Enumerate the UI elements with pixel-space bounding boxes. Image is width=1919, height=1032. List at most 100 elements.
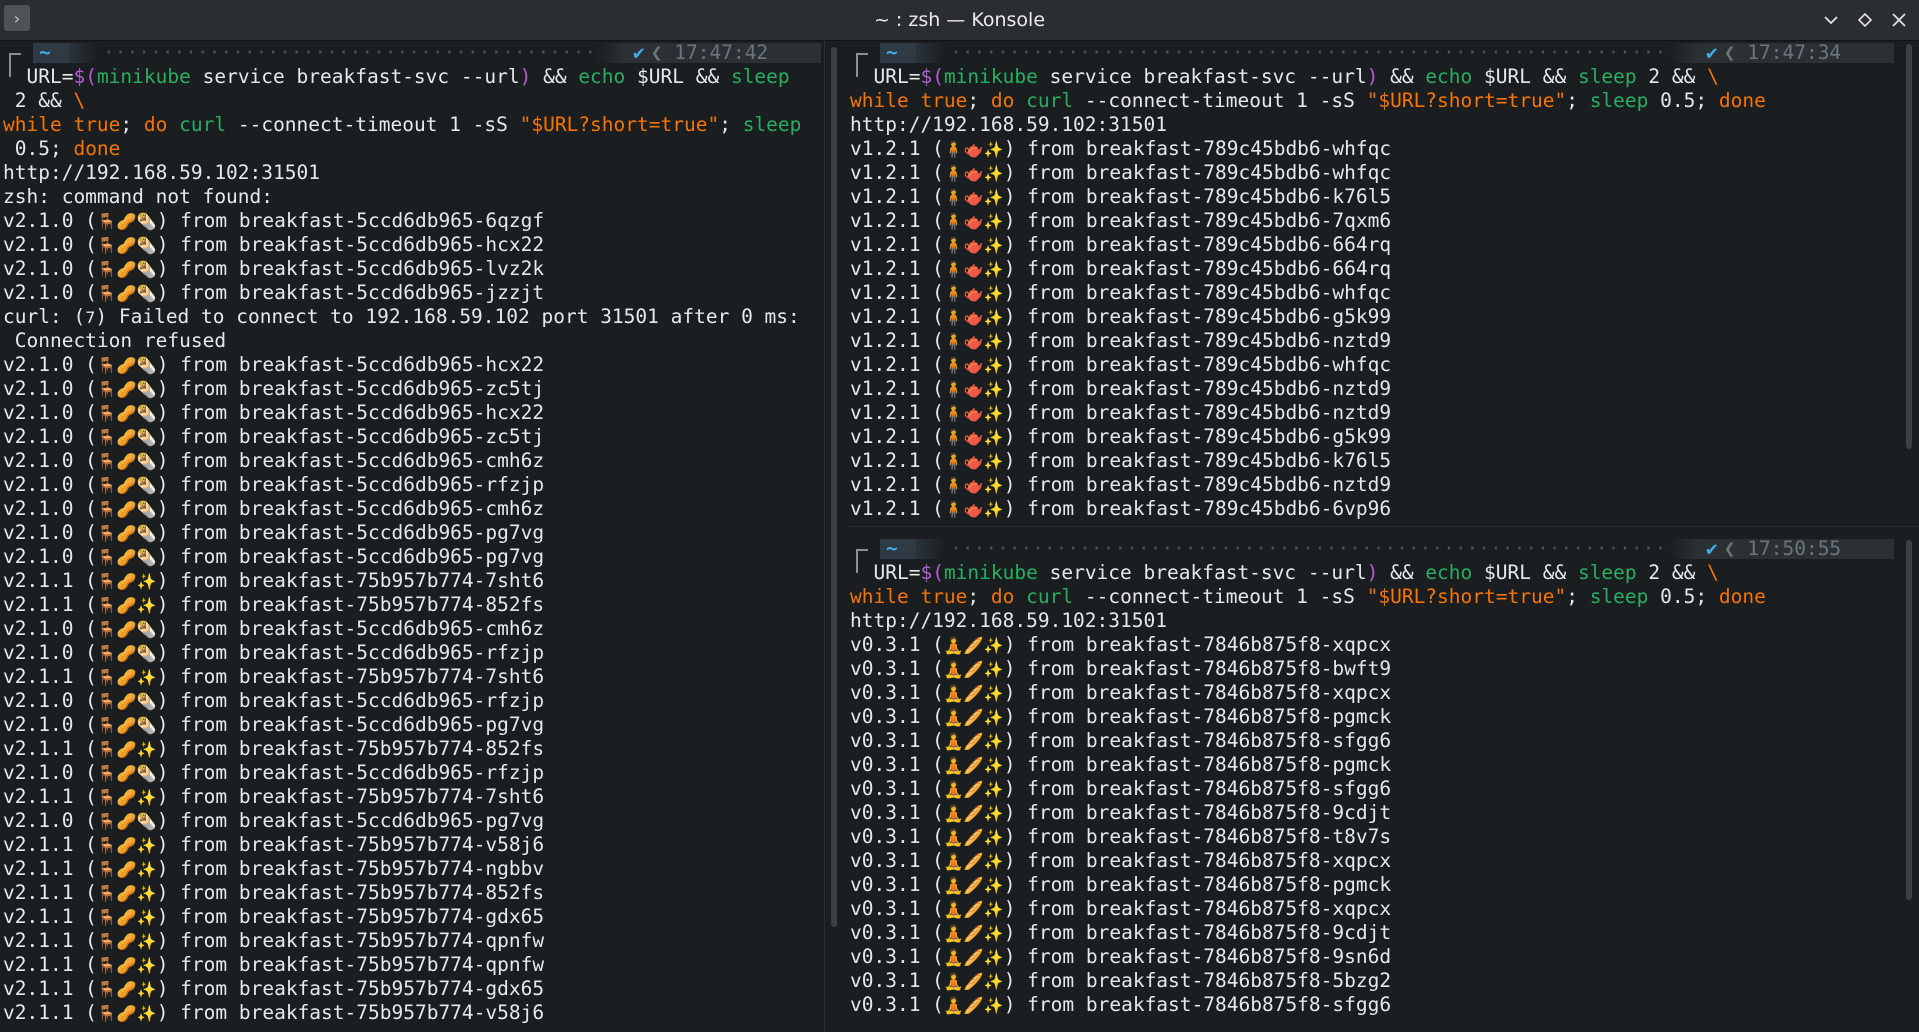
output-line: http://192.168.59.102:31501 xyxy=(850,609,1167,632)
output-line: v0.3.1 (🧘🥖✨) from breakfast-7846b875f8-x… xyxy=(850,897,1392,920)
output-line: v0.3.1 (🧘🥖✨) from breakfast-7846b875f8-x… xyxy=(850,849,1392,872)
output-line: v2.1.0 (🪑🥜🌯) from breakfast-5ccd6db965-z… xyxy=(3,425,545,448)
output-line: v2.1.0 (🪑🥜🌯) from breakfast-5ccd6db965-c… xyxy=(3,497,545,520)
output-line: v1.2.1 (🧍🫖✨) from breakfast-789c45bdb6-w… xyxy=(850,353,1392,376)
scrollbar-left[interactable] xyxy=(831,47,837,927)
output-line: v2.1.0 (🪑🥜🌯) from breakfast-5ccd6db965-z… xyxy=(3,377,545,400)
close-button[interactable] xyxy=(1887,8,1911,32)
terminal-pane-right-top[interactable]: ~ ·······································… xyxy=(847,41,1897,526)
prompt-segment-fade xyxy=(1668,539,1698,559)
output-line: v1.2.1 (🧍🫖✨) from breakfast-789c45bdb6-n… xyxy=(850,329,1392,352)
output-line: v2.1.0 (🪑🥜🌯) from breakfast-5ccd6db965-l… xyxy=(3,257,545,280)
check-icon: ✔ xyxy=(1706,41,1718,64)
output-line: v1.2.1 (🧍🫖✨) from breakfast-789c45bdb6-6… xyxy=(850,497,1392,520)
prompt-filler: ········································… xyxy=(950,537,1670,560)
output-line: Connection refused xyxy=(3,329,227,352)
output-line: v2.1.1 (🪑🥜✨) from breakfast-75b957b774-q… xyxy=(3,929,545,952)
prompt-status: ✔ ❮ 17:50:55 xyxy=(1698,539,1894,559)
output-line: v1.2.1 (🧍🫖✨) from breakfast-789c45bdb6-7… xyxy=(850,209,1392,232)
output-line: v2.1.0 (🪑🥜🌯) from breakfast-5ccd6db965-h… xyxy=(3,353,545,376)
output-line: v2.1.1 (🪑🥜✨) from breakfast-75b957b774-q… xyxy=(3,953,545,976)
output-line: v2.1.1 (🪑🥜✨) from breakfast-75b957b774-n… xyxy=(3,857,545,880)
prompt-segment-fade xyxy=(595,43,625,63)
output-line: v2.1.0 (🪑🥜🌯) from breakfast-5ccd6db965-p… xyxy=(3,809,545,832)
output-line: v1.2.1 (🧍🫖✨) from breakfast-789c45bdb6-w… xyxy=(850,281,1392,304)
pane-splitter-vertical[interactable] xyxy=(824,41,848,1032)
prompt-directory: ~ xyxy=(880,43,916,63)
output-line: v2.1.0 (🪑🥜🌯) from breakfast-5ccd6db965-r… xyxy=(3,473,545,496)
output-line: v2.1.0 (🪑🥜🌯) from breakfast-5ccd6db965-r… xyxy=(3,761,545,784)
output-line: v2.1.1 (🪑🥜✨) from breakfast-75b957b774-8… xyxy=(3,881,545,904)
prompt-time: 17:50:55 xyxy=(1747,537,1842,560)
output-line: v0.3.1 (🧘🥖✨) from breakfast-7846b875f8-9… xyxy=(850,921,1392,944)
output-line: curl: (7) Failed to connect to 192.168.5… xyxy=(3,305,800,328)
prompt-status: ✔ ❮ 17:47:34 xyxy=(1698,43,1894,63)
terminal-content[interactable]: ~ ·······································… xyxy=(850,537,1894,1017)
prompt-time: 17:47:42 xyxy=(674,41,769,64)
output-line: v0.3.1 (🧘🥖✨) from breakfast-7846b875f8-b… xyxy=(850,657,1392,680)
output-line: v2.1.0 (🪑🥜🌯) from breakfast-5ccd6db965-p… xyxy=(3,521,545,544)
output-line: v2.1.0 (🪑🥜🌯) from breakfast-5ccd6db965-6… xyxy=(3,209,545,232)
output-line: v0.3.1 (🧘🥖✨) from breakfast-7846b875f8-s… xyxy=(850,729,1392,752)
output-line: v1.2.1 (🧍🫖✨) from breakfast-789c45bdb6-n… xyxy=(850,401,1392,424)
minimize-button[interactable] xyxy=(1819,8,1843,32)
prompt-bracket xyxy=(856,549,868,573)
prompt-segment-fade xyxy=(69,43,99,63)
output-line: v0.3.1 (🧘🥖✨) from breakfast-7846b875f8-s… xyxy=(850,993,1392,1016)
prompt-segment-fade xyxy=(916,43,946,63)
prompt-filler: ········································… xyxy=(103,41,597,64)
output-line: v0.3.1 (🧘🥖✨) from breakfast-7846b875f8-9… xyxy=(850,801,1392,824)
output-line: v2.1.1 (🪑🥜✨) from breakfast-75b957b774-v… xyxy=(3,1001,545,1024)
check-icon: ✔ xyxy=(1706,537,1718,560)
prompt-line: ~ ·······································… xyxy=(3,41,821,77)
output-line: v2.1.1 (🪑🥜✨) from breakfast-75b957b774-7… xyxy=(3,785,545,808)
output-line: v2.1.0 (🪑🥜🌯) from breakfast-5ccd6db965-r… xyxy=(3,689,545,712)
window-titlebar: › ~ : zsh — Konsole xyxy=(0,0,1919,41)
chevron-left-icon: ❮ xyxy=(1723,537,1736,560)
check-icon: ✔ xyxy=(633,41,645,64)
output-line: v1.2.1 (🧍🫖✨) from breakfast-789c45bdb6-k… xyxy=(850,185,1392,208)
maximize-icon xyxy=(1858,13,1872,27)
output-line: v1.2.1 (🧍🫖✨) from breakfast-789c45bdb6-w… xyxy=(850,137,1392,160)
output-line: v2.1.1 (🪑🥜✨) from breakfast-75b957b774-7… xyxy=(3,665,545,688)
output-line: v0.3.1 (🧘🥖✨) from breakfast-7846b875f8-s… xyxy=(850,777,1392,800)
output-line: v2.1.1 (🪑🥜✨) from breakfast-75b957b774-g… xyxy=(3,977,545,1000)
prompt-directory: ~ xyxy=(880,539,916,559)
output-line: v2.1.0 (🪑🥜🌯) from breakfast-5ccd6db965-r… xyxy=(3,641,545,664)
minimize-icon xyxy=(1824,15,1838,24)
output-line: v2.1.0 (🪑🥜🌯) from breakfast-5ccd6db965-h… xyxy=(3,401,545,424)
output-line: v2.1.0 (🪑🥜🌯) from breakfast-5ccd6db965-j… xyxy=(3,281,545,304)
output-line: v1.2.1 (🧍🫖✨) from breakfast-789c45bdb6-k… xyxy=(850,449,1392,472)
output-line: v1.2.1 (🧍🫖✨) from breakfast-789c45bdb6-6… xyxy=(850,233,1392,256)
output-line: v0.3.1 (🧘🥖✨) from breakfast-7846b875f8-9… xyxy=(850,945,1392,968)
prompt-line: ~ ·······································… xyxy=(850,537,1894,573)
output-line: v2.1.1 (🪑🥜✨) from breakfast-75b957b774-8… xyxy=(3,737,545,760)
command-line: while true; do curl --connect-timeout 1 … xyxy=(3,113,802,136)
maximize-button[interactable] xyxy=(1853,8,1877,32)
terminal-content[interactable]: ~ ·······································… xyxy=(850,41,1894,521)
output-line: zsh: command not found: xyxy=(3,185,274,208)
prompt-segment-fade xyxy=(1668,43,1698,63)
output-line: v0.3.1 (🧘🥖✨) from breakfast-7846b875f8-p… xyxy=(850,873,1392,896)
command-line: URL=$(minikube service breakfast-svc --u… xyxy=(3,65,790,88)
command-line: 2 && \ xyxy=(3,89,86,112)
prompt-line: ~ ·······································… xyxy=(850,41,1894,77)
output-line: v1.2.1 (🧍🫖✨) from breakfast-789c45bdb6-n… xyxy=(850,473,1392,496)
output-line: v2.1.1 (🪑🥜✨) from breakfast-75b957b774-7… xyxy=(3,569,545,592)
output-line: http://192.168.59.102:31501 xyxy=(850,113,1167,136)
scrollbar-right-bottom[interactable] xyxy=(1906,540,1912,900)
output-line: v0.3.1 (🧘🥖✨) from breakfast-7846b875f8-p… xyxy=(850,705,1392,728)
prompt-status: ✔ ❮ 17:47:42 xyxy=(625,43,821,63)
terminal-pane-left[interactable]: ~ ·······································… xyxy=(0,41,824,1032)
command-line: URL=$(minikube service breakfast-svc --u… xyxy=(850,65,1719,88)
scrollbar-right-top[interactable] xyxy=(1906,44,1912,449)
output-line: v0.3.1 (🧘🥖✨) from breakfast-7846b875f8-t… xyxy=(850,825,1392,848)
terminal-pane-right-bottom[interactable]: ~ ·······································… xyxy=(847,537,1897,1032)
output-line: v2.1.0 (🪑🥜🌯) from breakfast-5ccd6db965-h… xyxy=(3,233,545,256)
output-line: v2.1.0 (🪑🥜🌯) from breakfast-5ccd6db965-c… xyxy=(3,449,545,472)
output-line: v1.2.1 (🧍🫖✨) from breakfast-789c45bdb6-g… xyxy=(850,305,1392,328)
output-line: v0.3.1 (🧘🥖✨) from breakfast-7846b875f8-5… xyxy=(850,969,1392,992)
command-line: URL=$(minikube service breakfast-svc --u… xyxy=(850,561,1719,584)
terminal-content[interactable]: ~ ·······································… xyxy=(3,41,821,1025)
output-line: v1.2.1 (🧍🫖✨) from breakfast-789c45bdb6-w… xyxy=(850,161,1392,184)
